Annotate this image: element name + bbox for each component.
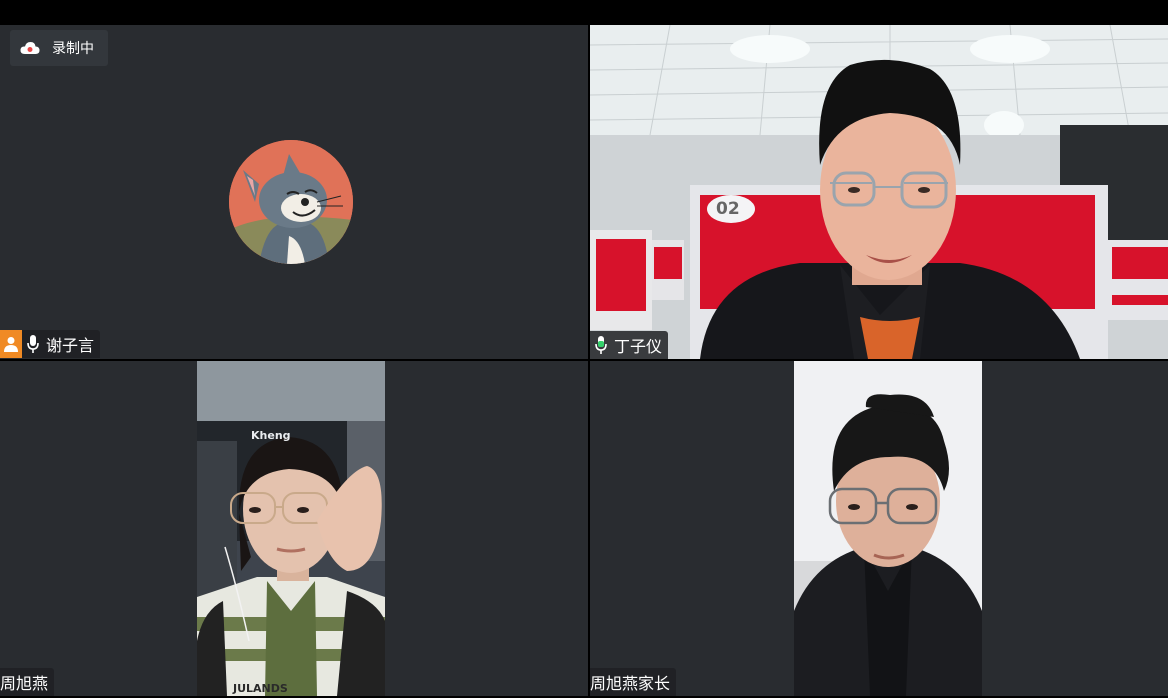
participant-namebar: 谢子言 bbox=[0, 330, 101, 358]
sign-text: Kheng bbox=[251, 429, 291, 442]
room-number-label: 02 bbox=[716, 199, 740, 219]
participant-avatar bbox=[229, 140, 353, 264]
participant-video: Kheng JULANDS bbox=[197, 361, 385, 696]
participant-namebar: 丁子仪 bbox=[590, 331, 669, 359]
participant-name: 谢子言 bbox=[46, 336, 95, 355]
video-tile-4[interactable]: 周旭燕家长 bbox=[590, 361, 1168, 696]
microphone-active-icon[interactable] bbox=[590, 331, 612, 359]
cloud-recording-icon bbox=[20, 41, 40, 55]
host-icon bbox=[0, 330, 22, 358]
video-tile-3[interactable]: Kheng JULANDS 周旭燕 bbox=[0, 361, 588, 696]
video-tile-1[interactable]: 谢子言 bbox=[0, 25, 588, 359]
participant-name: 周旭燕家长 bbox=[590, 674, 671, 693]
video-tile-2[interactable]: 02 丁子仪 bbox=[590, 25, 1168, 359]
recording-indicator[interactable]: 录制中 bbox=[10, 30, 108, 66]
shirt-text: JULANDS bbox=[233, 682, 288, 695]
participant-video bbox=[794, 361, 982, 696]
recording-label: 录制中 bbox=[52, 41, 94, 57]
participant-namebar: 周旭燕 bbox=[0, 668, 55, 696]
microphone-icon[interactable] bbox=[22, 330, 44, 358]
participant-name: 丁子仪 bbox=[614, 337, 663, 356]
top-bar bbox=[0, 0, 1168, 25]
participant-video: 02 bbox=[590, 25, 1168, 359]
participant-namebar: 周旭燕家长 bbox=[590, 668, 677, 696]
participant-name: 周旭燕 bbox=[0, 674, 49, 693]
